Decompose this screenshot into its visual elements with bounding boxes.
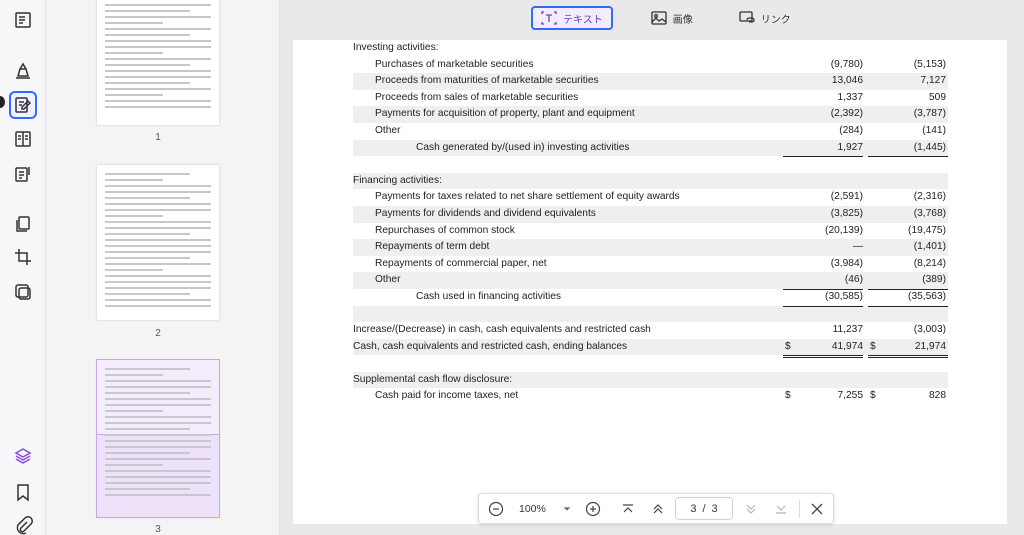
edit-document-icon	[15, 97, 32, 113]
previous-page-button[interactable]	[650, 501, 666, 517]
crop-icon	[15, 249, 31, 265]
tab-link-label: リンク	[760, 14, 791, 26]
layers-button[interactable]	[9, 442, 37, 470]
zoom-in-button[interactable]	[585, 501, 601, 517]
table-row: Repurchases of common stock (20,139) (19…	[375, 224, 946, 236]
document-page: Investing activities: Purchases of marke…	[293, 40, 1007, 524]
page-thumbnail-panel: 1 2 3	[46, 0, 280, 535]
table-row: Repayments of commercial paper, net (3,9…	[375, 257, 946, 269]
layers-icon	[14, 448, 32, 464]
last-page-button[interactable]	[773, 501, 789, 517]
tab-link[interactable]: リンク	[731, 6, 799, 30]
section-heading: Investing activities:	[353, 42, 439, 53]
last-page-icon	[776, 505, 786, 514]
page-navigation-bar: 100% 3 / 3	[478, 493, 834, 524]
attachment-button[interactable]	[9, 511, 37, 535]
zoom-level[interactable]: 100%	[519, 503, 546, 515]
page-thumbnail-3[interactable]	[96, 359, 220, 518]
chevron-up-double-icon	[653, 504, 663, 514]
table-row: Other (284) (141)	[353, 123, 948, 141]
close-navigation-button[interactable]	[809, 501, 825, 517]
page-separator: /	[702, 502, 706, 515]
caret-down-icon	[563, 507, 571, 511]
chevron-down-double-icon	[746, 504, 756, 514]
table-row: Proceeds from maturities of marketable s…	[353, 73, 948, 90]
tab-text[interactable]: テキスト	[531, 6, 613, 30]
table-row: Payments for taxes related to net share …	[375, 191, 946, 203]
table-row: Other (46) (389)	[353, 272, 948, 290]
divider	[799, 500, 800, 518]
page-thumbnail-2[interactable]	[97, 165, 219, 320]
table-row: Payments for acquisition of property, pl…	[353, 106, 948, 123]
table-row: Repayments of term debt — (1,401)	[353, 239, 948, 256]
tab-image-label: 画像	[672, 14, 693, 26]
page-thumbnail-number: 3	[155, 524, 161, 535]
pages-icon	[16, 216, 30, 232]
table-row: Payments for dividends and dividend equi…	[353, 205, 948, 223]
link-mode-icon	[739, 11, 755, 23]
current-page: 3	[690, 502, 697, 515]
close-icon	[811, 503, 823, 515]
comment-tool-button[interactable]	[9, 56, 37, 84]
zoom-dropdown-button[interactable]	[561, 502, 573, 516]
left-toolbar	[0, 0, 46, 535]
zoom-in-icon	[585, 501, 601, 517]
page-thumbnail-number: 1	[155, 132, 161, 143]
page-thumbnail-1[interactable]	[97, 0, 219, 125]
zoom-out-button[interactable]	[488, 501, 504, 517]
tools-button[interactable]	[9, 278, 37, 306]
bookmark-icon	[17, 484, 29, 502]
page-number-box[interactable]: 3 / 3	[675, 497, 733, 520]
ending-balance-row: Cash, cash equivalents and restricted ca…	[353, 338, 948, 359]
page-thumbnail-number: 2	[155, 328, 161, 339]
edit-mode-tabs: テキスト 画像 リンク	[531, 6, 799, 30]
first-page-button[interactable]	[620, 501, 636, 517]
total-row: Cash generated by/(used in) investing ac…	[353, 139, 948, 158]
total-row: Cash used in financing activities (30,58…	[353, 289, 948, 307]
sign-document-icon	[15, 167, 30, 182]
highlighter-icon	[16, 62, 30, 79]
edit-pdf-button[interactable]	[9, 91, 37, 119]
table-row: Cash paid for income taxes, net $ 7,255 …	[375, 390, 946, 402]
section-heading: Supplemental cash flow disclosure:	[353, 371, 948, 389]
tab-text-label: テキスト	[563, 14, 603, 26]
tab-image[interactable]: 画像	[643, 6, 701, 30]
paperclip-icon	[16, 516, 33, 535]
layers-stack-icon	[15, 284, 31, 300]
change-row: Increase/(Decrease) in cash, cash equiva…	[353, 324, 946, 336]
fill-sign-button[interactable]	[9, 160, 37, 188]
bookmark-button[interactable]	[9, 478, 37, 506]
panel-indicator-dot	[0, 96, 5, 108]
organize-pages-button[interactable]	[9, 210, 37, 238]
reader-mode-button[interactable]	[9, 6, 37, 34]
zoom-out-icon	[488, 501, 504, 517]
book-icon	[15, 12, 31, 28]
form-tool-button[interactable]	[9, 125, 37, 153]
crop-tool-button[interactable]	[9, 243, 37, 271]
section-heading: Financing activities:	[353, 172, 948, 190]
table-row: Proceeds from sales of marketable securi…	[375, 91, 946, 103]
first-page-icon	[623, 504, 633, 513]
table-row: Purchases of marketable securities (9,78…	[375, 58, 946, 70]
total-pages: 3	[711, 502, 718, 515]
text-mode-icon	[541, 11, 557, 25]
form-icon	[15, 131, 31, 147]
image-mode-icon	[651, 11, 667, 25]
cash-flow-statement: Investing activities: Purchases of marke…	[353, 40, 948, 405]
next-page-button[interactable]	[743, 501, 759, 517]
